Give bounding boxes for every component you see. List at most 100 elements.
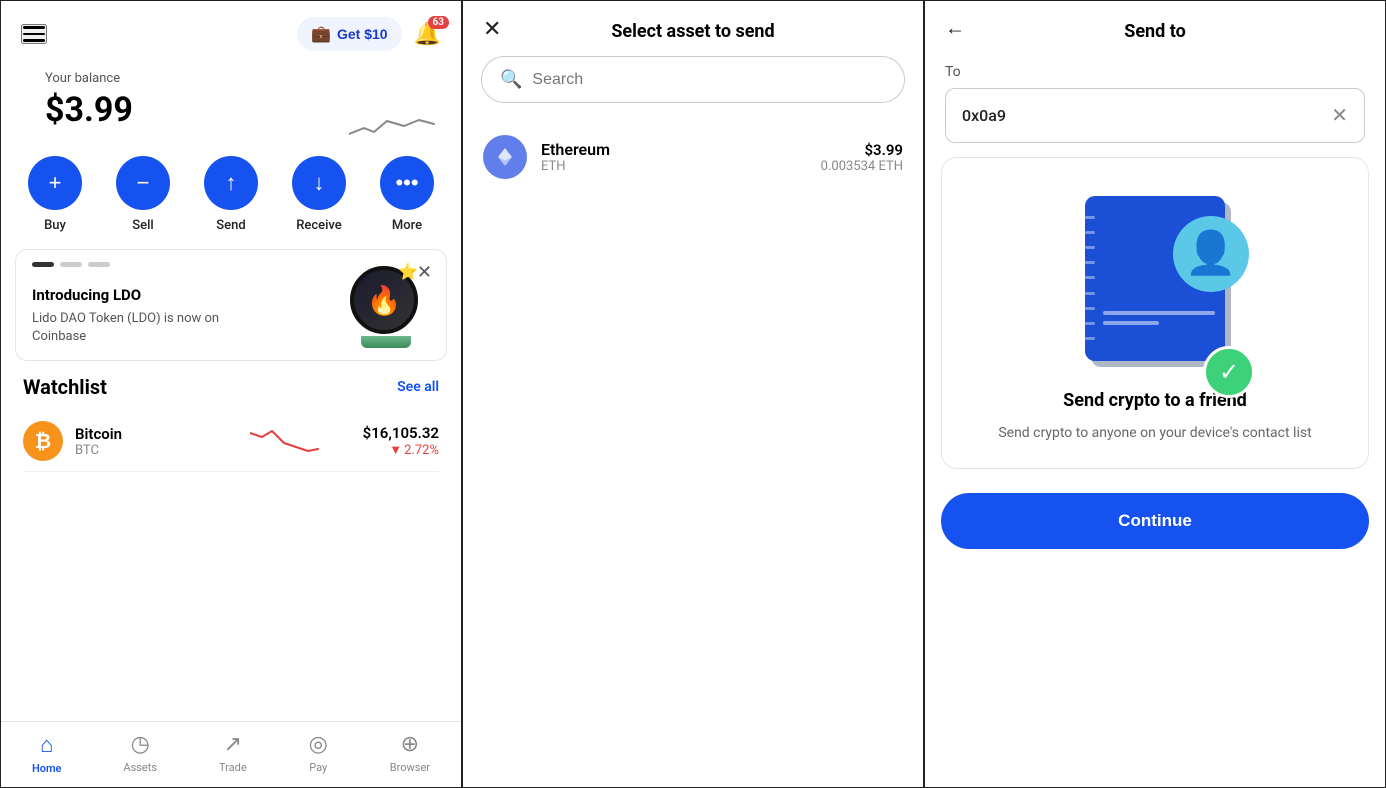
to-section: To 0x0a9 ✕: [925, 56, 1385, 157]
ellipsis-icon: •••: [395, 170, 418, 196]
pay-label: Pay: [309, 761, 327, 774]
bitcoin-row[interactable]: ₿ Bitcoin BTC $16,105.32 ▼ 2.72%: [23, 411, 439, 472]
nav-pay[interactable]: ◎ Pay: [299, 730, 338, 777]
back-button[interactable]: ←: [945, 17, 965, 40]
get-money-label: Get $10: [337, 26, 388, 42]
buy-action: + Buy: [28, 156, 82, 233]
address-text[interactable]: 0x0a9: [962, 106, 1323, 125]
send-action: ↑ Send: [204, 156, 258, 233]
bottom-nav: ⌂ Home ◷ Assets ↗ Trade ◎ Pay ⊕ Browser: [1, 721, 461, 787]
card-line-1: [1103, 311, 1215, 315]
nav-browser[interactable]: ⊕ Browser: [380, 730, 440, 777]
home-label: Home: [32, 762, 62, 775]
to-label: To: [945, 64, 1365, 80]
receive-label: Receive: [296, 218, 342, 233]
bitcoin-ticker: BTC: [75, 443, 207, 458]
watchlist-title: Watchlist: [23, 375, 107, 399]
ldo-graphic: 🔥 ⭐: [350, 266, 422, 338]
nav-home[interactable]: ⌂ Home: [22, 730, 72, 777]
bitcoin-price-info: $16,105.32 ▼ 2.72%: [363, 424, 439, 458]
assets-icon: ◷: [131, 732, 150, 757]
dot-1: [60, 262, 82, 267]
bitcoin-icon: ₿: [23, 421, 63, 461]
buy-button[interactable]: +: [28, 156, 82, 210]
notification-bell[interactable]: 🔔 63: [414, 22, 441, 47]
nav-assets[interactable]: ◷ Assets: [113, 730, 167, 777]
promo-card: ✕ Introducing LDO Lido DAO Token (LDO) i…: [15, 249, 447, 361]
buy-label: Buy: [44, 218, 66, 233]
card-text-lines: [1103, 311, 1215, 331]
nav-trade[interactable]: ↗ Trade: [209, 730, 257, 777]
card-lines: [1085, 196, 1097, 361]
id-card: 👤: [1085, 196, 1225, 361]
right-header: ← Send to: [925, 1, 1385, 56]
balance-chart: [349, 106, 439, 146]
balance-label: Your balance: [45, 71, 133, 86]
bitcoin-chart: [219, 423, 351, 459]
star-icon: ⭐: [398, 262, 418, 281]
get-money-button[interactable]: 💼 Get $10: [297, 17, 402, 51]
minus-icon: −: [137, 170, 150, 196]
sell-action: − Sell: [116, 156, 170, 233]
promo-title: Introducing LDO: [32, 286, 232, 304]
ethereum-amounts: $3.99 0.003534 ETH: [821, 141, 903, 174]
send-button[interactable]: ↑: [204, 156, 258, 210]
watchlist-header: Watchlist See all: [23, 375, 439, 399]
bitcoin-change: ▼ 2.72%: [363, 442, 439, 458]
more-button[interactable]: •••: [380, 156, 434, 210]
mid-panel: ✕ Select asset to send 🔍 Ethereum ETH $3…: [462, 0, 924, 788]
menu-button[interactable]: [21, 24, 47, 44]
promo-image: 🔥 ⭐: [350, 266, 430, 346]
left-panel: 💼 Get $10 🔔 63 Your balance $3.99 + Buy: [0, 0, 462, 788]
left-header: 💼 Get $10 🔔 63: [1, 1, 461, 63]
ethereum-crypto: 0.003534 ETH: [821, 159, 903, 174]
ldo-icon: 🔥: [367, 284, 402, 317]
ethereum-info: Ethereum ETH: [541, 140, 807, 174]
close-button[interactable]: ✕: [483, 16, 501, 42]
address-input-row: 0x0a9 ✕: [945, 88, 1365, 143]
send-icon: ↑: [226, 170, 237, 196]
bitcoin-price: $16,105.32: [363, 424, 439, 442]
dot-2: [88, 262, 110, 267]
ethereum-icon: [483, 135, 527, 179]
watchlist-section: Watchlist See all ₿ Bitcoin BTC $16,105.…: [1, 375, 461, 472]
mid-title: Select asset to send: [611, 21, 774, 42]
search-input[interactable]: [532, 71, 886, 89]
dot-active: [32, 262, 54, 267]
right-title: Send to: [1124, 21, 1186, 42]
bitcoin-change-value: 2.72%: [404, 443, 439, 458]
contact-illustration: 👤 ✓: [1065, 178, 1245, 378]
right-panel: ← Send to To 0x0a9 ✕: [924, 0, 1386, 788]
ethereum-usd: $3.99: [821, 141, 903, 159]
send-label: Send: [216, 218, 245, 233]
search-bar[interactable]: 🔍: [481, 56, 905, 103]
sell-button[interactable]: −: [116, 156, 170, 210]
contact-card: 👤 ✓ Send crypto to a friend Send crypto …: [941, 157, 1369, 469]
ethereum-name: Ethereum: [541, 140, 807, 159]
promo-body: Lido DAO Token (LDO) is now on Coinbase: [32, 310, 232, 346]
trade-icon: ↗: [224, 732, 242, 757]
ethereum-ticker: ETH: [541, 159, 807, 174]
action-buttons: + Buy − Sell ↑ Send ↓ Receive ••• M: [1, 146, 461, 249]
mid-header: ✕ Select asset to send: [463, 1, 923, 56]
pay-icon: ◎: [309, 732, 328, 757]
header-right: 💼 Get $10 🔔 63: [297, 17, 441, 51]
more-label: More: [392, 218, 422, 233]
bitcoin-name: Bitcoin: [75, 425, 207, 443]
browser-label: Browser: [390, 761, 430, 774]
plus-icon: +: [49, 170, 62, 196]
receive-button[interactable]: ↓: [292, 156, 346, 210]
avatar-circle: 👤: [1173, 216, 1249, 292]
check-circle: ✓: [1203, 346, 1255, 398]
balance-info: Your balance $3.99: [23, 63, 155, 146]
notification-badge: 63: [428, 16, 449, 29]
briefcase-icon: 💼: [311, 24, 331, 44]
avatar-figure: 👤: [1185, 233, 1237, 275]
down-arrow-icon: ▼: [389, 442, 402, 458]
clear-address-button[interactable]: ✕: [1331, 103, 1348, 128]
balance-section: Your balance $3.99: [1, 63, 461, 146]
continue-button[interactable]: Continue: [941, 493, 1369, 549]
ldo-base: [361, 336, 411, 348]
ethereum-asset-row[interactable]: Ethereum ETH $3.99 0.003534 ETH: [463, 121, 923, 193]
see-all-link[interactable]: See all: [397, 379, 439, 395]
